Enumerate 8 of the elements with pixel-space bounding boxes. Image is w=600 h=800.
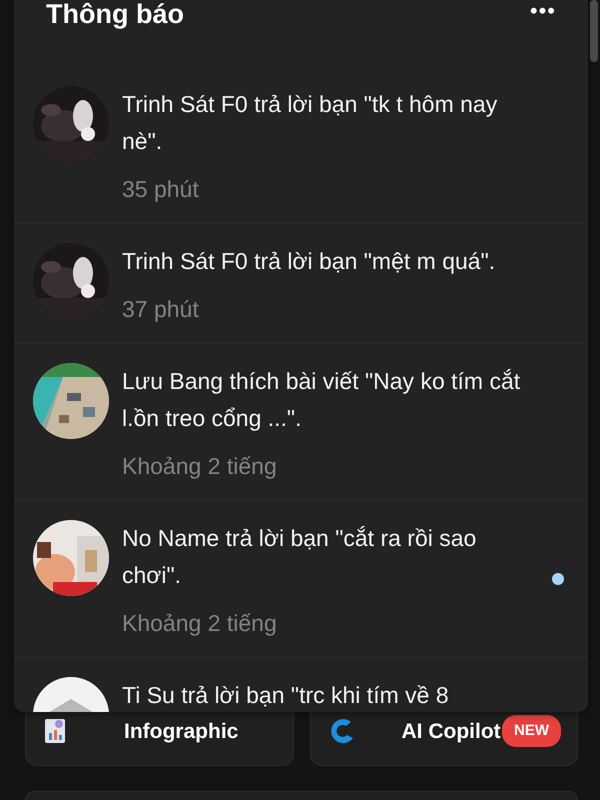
- notification-time: Khoảng 2 tiếng: [122, 452, 278, 481]
- panel-title: Thông báo: [46, 0, 184, 31]
- notification-time: Khoảng 2 tiếng: [122, 609, 278, 638]
- new-badge: NEW: [502, 714, 561, 748]
- tool-label: AI Copilot: [402, 720, 501, 742]
- tool-label: Infographic: [124, 720, 238, 742]
- notification-time: 37 phút: [122, 295, 200, 324]
- notification-time: 35 phút: [122, 175, 200, 204]
